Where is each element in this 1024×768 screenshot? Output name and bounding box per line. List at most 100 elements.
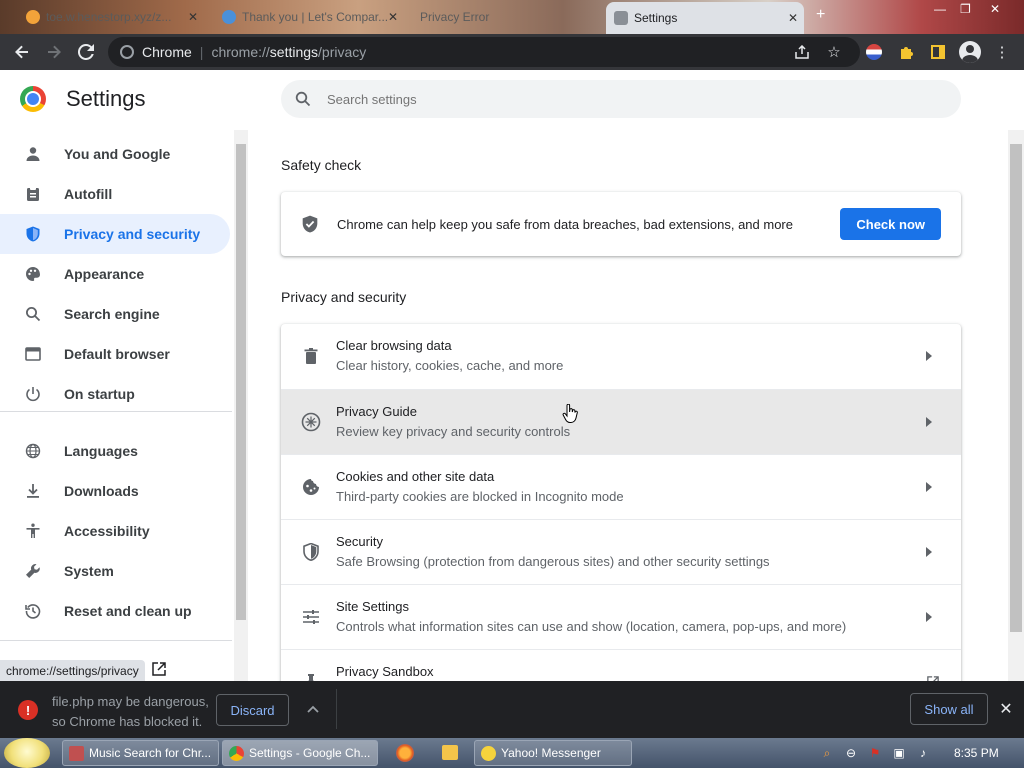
taskbar-item-yahoo-messenger[interactable]: Yahoo! Messenger <box>474 740 632 766</box>
taskbar-item-label: Music Search for Chr... <box>89 746 212 760</box>
sidebar-item-search-engine[interactable]: Search engine <box>0 294 230 334</box>
sidebar-item-default-browser[interactable]: Default browser <box>0 334 230 374</box>
close-icon[interactable]: ✕ <box>188 10 198 24</box>
sidebar-item-downloads[interactable]: Downloads <box>0 471 230 511</box>
settings-page: Settings You and Google Autofill Privacy… <box>0 70 1024 681</box>
flask-icon <box>301 672 321 681</box>
external-link-icon <box>150 660 168 678</box>
url-scheme: chrome:// <box>211 44 270 60</box>
tab-settings[interactable]: Settings ✕ <box>606 2 804 34</box>
extensions-puzzle-icon[interactable] <box>894 40 918 64</box>
volume-icon[interactable]: ♪ <box>916 746 930 760</box>
row-security[interactable]: Security Safe Browsing (protection from … <box>281 519 961 584</box>
menu-kebab-icon[interactable]: ⋮ <box>990 40 1014 64</box>
search-input[interactable] <box>327 91 927 107</box>
sidebar-item-label: Default browser <box>64 346 170 362</box>
link-status-bubble: chrome://settings/privacy <box>0 660 145 681</box>
tab-1[interactable]: toe.w.henestorp.xyz/z... ✕ <box>18 4 204 30</box>
tab-title: Privacy Error <box>420 10 490 24</box>
scrollbar-thumb[interactable] <box>1010 144 1022 632</box>
start-button-icon[interactable] <box>4 738 50 768</box>
address-bar[interactable]: Chrome | chrome://settings/privacy <box>108 37 860 67</box>
chevron-right-icon <box>923 609 935 625</box>
forward-icon[interactable] <box>38 36 70 68</box>
close-icon[interactable]: ✕ <box>996 699 1016 719</box>
url-path: /privacy <box>318 44 367 60</box>
taskbar-item-music-search[interactable]: Music Search for Chr... <box>62 740 219 766</box>
sidebar-item-system[interactable]: System <box>0 551 230 591</box>
row-title: Clear browsing data <box>336 338 452 353</box>
clipboard-icon <box>24 185 42 203</box>
sidebar-item-label: On startup <box>64 386 135 402</box>
show-all-button[interactable]: Show all <box>910 693 988 725</box>
tab-strip: toe.w.henestorp.xyz/z... ✕ Thank you | L… <box>0 0 1024 34</box>
sidebar-item-reset-and-clean-up[interactable]: Reset and clean up <box>0 591 230 631</box>
new-tab-icon[interactable]: + <box>816 6 825 24</box>
search-icon <box>295 91 311 107</box>
taskbar-item-settings-chrome[interactable]: Settings - Google Ch... <box>222 740 378 766</box>
browser-icon <box>24 345 42 363</box>
restore-icon[interactable]: ❐ <box>960 2 971 16</box>
sidebar-item-accessibility[interactable]: Accessibility <box>0 511 230 551</box>
row-privacy-guide[interactable]: Privacy Guide Review key privacy and sec… <box>281 389 961 454</box>
settings-header: Settings <box>20 86 146 112</box>
trash-icon <box>301 346 321 366</box>
sidebar-item-languages[interactable]: Languages <box>0 431 230 471</box>
row-site-settings[interactable]: Site Settings Controls what information … <box>281 584 961 649</box>
palette-icon <box>24 265 42 283</box>
tab-3[interactable]: Privacy Error <box>412 4 598 30</box>
network-icon[interactable]: ▣ <box>892 746 906 760</box>
chevron-up-icon[interactable] <box>304 700 322 718</box>
row-subtitle: Review key privacy and security controls <box>336 424 571 439</box>
search-tray-icon[interactable]: ⌕ <box>820 746 834 760</box>
tab-title: toe.w.henestorp.xyz/z... <box>46 10 172 24</box>
share-icon[interactable] <box>790 40 814 64</box>
sidebar-item-label: Languages <box>64 443 138 459</box>
person-icon <box>24 145 42 163</box>
sidebar-item-label: Downloads <box>64 483 139 499</box>
folder-icon[interactable] <box>442 745 458 760</box>
row-clear-browsing-data[interactable]: Clear browsing data Clear history, cooki… <box>281 324 961 389</box>
download-separator <box>336 689 337 729</box>
smiley-icon <box>481 746 496 761</box>
check-now-button[interactable]: Check now <box>840 208 941 240</box>
minus-circle-icon[interactable]: ⊖ <box>844 746 858 760</box>
privacy-security-card: Clear browsing data Clear history, cooki… <box>281 324 961 681</box>
back-icon[interactable] <box>6 36 38 68</box>
sidebar-item-label: Search engine <box>64 306 160 322</box>
extension-flag-icon[interactable] <box>862 40 886 64</box>
reload-icon[interactable] <box>70 36 102 68</box>
side-panel-icon[interactable] <box>926 40 950 64</box>
sidebar-item-label: Accessibility <box>64 523 150 539</box>
close-icon[interactable]: ✕ <box>388 10 398 24</box>
sidebar-item-on-startup[interactable]: On startup <box>0 374 230 414</box>
discard-button[interactable]: Discard <box>216 694 289 726</box>
sidebar-item-privacy-and-security[interactable]: Privacy and security <box>0 214 230 254</box>
shield-check-icon <box>301 215 319 233</box>
row-subtitle: Third-party cookies are blocked in Incog… <box>336 489 624 504</box>
row-cookies[interactable]: Cookies and other site data Third-party … <box>281 454 961 519</box>
firefox-icon[interactable] <box>396 744 414 762</box>
profile-avatar-icon[interactable] <box>958 40 982 64</box>
row-subtitle: Controls what information sites can use … <box>336 619 847 634</box>
page-title: Settings <box>66 86 146 111</box>
bookmark-star-icon[interactable]: ☆ <box>822 40 846 64</box>
window-close-icon[interactable]: ✕ <box>990 2 1000 16</box>
tab-2[interactable]: Thank you | Let's Compar... ✕ <box>214 4 404 30</box>
main-scrollbar[interactable] <box>1008 130 1024 681</box>
minimize-icon[interactable]: — <box>934 2 946 16</box>
chrome-site-icon <box>120 45 134 59</box>
row-subtitle: Safe Browsing (protection from dangerous… <box>336 554 770 569</box>
sidebar-item-autofill[interactable]: Autofill <box>0 174 230 214</box>
sidebar-item-you-and-google[interactable]: You and Google <box>0 134 230 174</box>
sidebar-item-label: System <box>64 563 114 579</box>
sidebar-scrollbar[interactable] <box>234 130 248 681</box>
close-icon[interactable]: ✕ <box>788 11 798 25</box>
sidebar-item-appearance[interactable]: Appearance <box>0 254 230 294</box>
flag-alert-icon[interactable]: ⚑ <box>868 746 882 760</box>
settings-search[interactable] <box>281 80 961 118</box>
sidebar-item-label: You and Google <box>64 146 171 162</box>
scrollbar-thumb[interactable] <box>236 144 246 620</box>
site-favicon-icon <box>26 10 40 24</box>
row-privacy-sandbox[interactable]: Privacy Sandbox <box>281 649 961 681</box>
